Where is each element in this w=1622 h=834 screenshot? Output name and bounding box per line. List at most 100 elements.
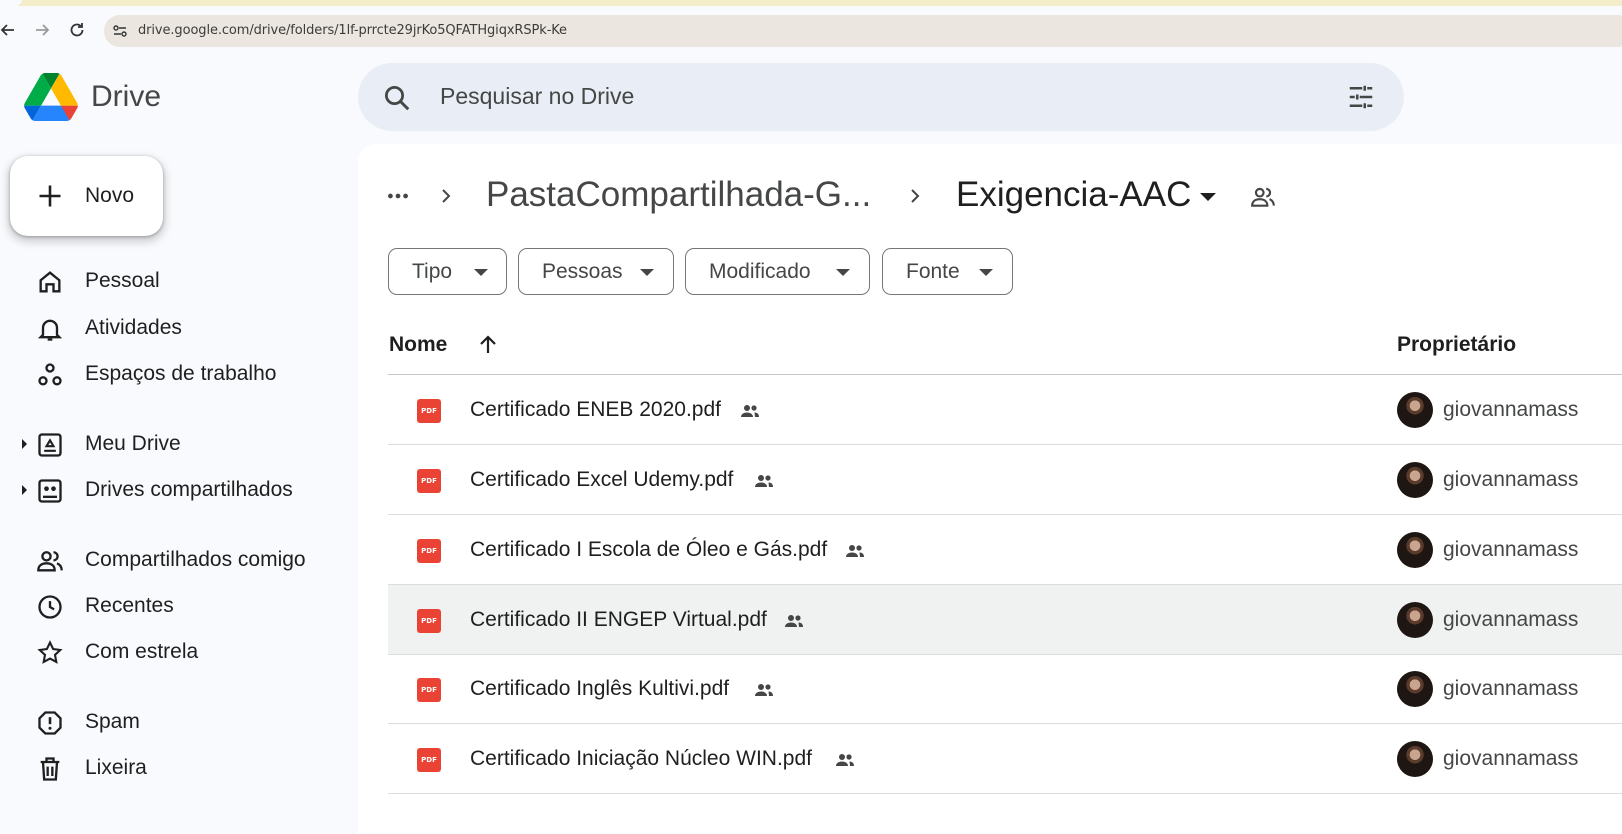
table-row-selected[interactable]: PDF Certificado II ENGEP Virtual.pdf gio… (388, 585, 1622, 655)
sidebar-item-label: Spam (85, 710, 140, 733)
new-button[interactable]: Novo (10, 156, 163, 236)
pdf-file-icon: PDF (417, 539, 441, 563)
file-name[interactable]: Certificado ENEB 2020.pdf (470, 398, 721, 422)
sidebar-item-label: Meu Drive (85, 432, 181, 455)
spam-icon (36, 709, 64, 737)
bell-icon (36, 315, 64, 343)
filter-modificado[interactable]: Modificado (685, 248, 870, 295)
shared-icon (833, 748, 857, 772)
dropdown-arrow-icon (836, 269, 850, 276)
my-drive-icon (36, 431, 64, 459)
pdf-file-icon: PDF (417, 748, 441, 772)
more-horiz-icon[interactable] (385, 183, 411, 209)
file-name[interactable]: Certificado Inglês Kultivi.pdf (470, 677, 729, 701)
breadcrumb-current-folder[interactable]: Exigencia-AAC (956, 175, 1191, 215)
search-options-icon[interactable] (1346, 82, 1376, 112)
owner-avatar (1397, 462, 1433, 498)
workspaces-icon (36, 361, 64, 389)
sidebar-item-recentes[interactable]: Recentes (0, 585, 340, 627)
pdf-file-icon: PDF (417, 399, 441, 423)
expand-caret-icon[interactable] (22, 439, 27, 449)
owner-avatar (1397, 532, 1433, 568)
table-row[interactable]: PDF Certificado Inglês Kultivi.pdf giova… (388, 654, 1622, 724)
owner-avatar (1397, 741, 1433, 777)
owner-name: giovannamass (1443, 747, 1579, 770)
drive-logo-icon[interactable] (24, 73, 78, 121)
file-name[interactable]: Certificado Excel Udemy.pdf (470, 468, 733, 492)
filter-fonte[interactable]: Fonte (882, 248, 1013, 295)
sidebar-item-label: Pessoal (85, 269, 160, 292)
filter-label: Pessoas (542, 260, 623, 283)
people-icon (36, 547, 64, 575)
filter-label: Modificado (709, 260, 811, 283)
sidebar-item-meu-drive[interactable]: Meu Drive (0, 423, 340, 465)
table-row[interactable]: PDF Certificado Excel Udemy.pdf giovanna… (388, 445, 1622, 515)
sidebar-item-espacos-de-trabalho[interactable]: Espaços de trabalho (0, 353, 340, 395)
sidebar-item-pessoal[interactable]: Pessoal (0, 260, 340, 302)
table-row[interactable]: PDF Certificado ENEB 2020.pdf giovannama… (388, 375, 1622, 445)
home-icon (36, 268, 64, 296)
pdf-file-icon: PDF (417, 469, 441, 493)
shared-icon (752, 469, 776, 493)
sidebar-item-label: Com estrela (85, 640, 199, 663)
file-name[interactable]: Certificado Iniciação Núcleo WIN.pdf (470, 747, 812, 771)
filter-label: Tipo (412, 260, 453, 283)
filter-tipo[interactable]: Tipo (388, 248, 507, 295)
new-button-label: Novo (85, 184, 135, 207)
sidebar-item-drives-compartilhados[interactable]: Drives compartilhados (0, 469, 340, 511)
column-header-name[interactable]: Nome (389, 333, 447, 357)
url-text: drive.google.com/drive/folders/1lf-prrct… (138, 23, 567, 38)
sidebar-item-label: Drives compartilhados (85, 478, 293, 501)
search-icon[interactable] (382, 83, 412, 113)
sidebar-item-label: Compartilhados comigo (85, 548, 306, 571)
address-bar[interactable]: drive.google.com/drive/folders/1lf-prrct… (104, 15, 1622, 47)
owner-name: giovannamass (1443, 677, 1579, 700)
expand-caret-icon[interactable] (22, 485, 27, 495)
dropdown-arrow-icon (979, 269, 993, 276)
sidebar-item-label: Lixeira (85, 756, 147, 779)
shared-icon (782, 609, 806, 633)
sidebar-item-label: Atividades (85, 316, 182, 339)
shared-icon (738, 399, 762, 423)
pdf-file-icon: PDF (417, 678, 441, 702)
folder-menu-dropdown-icon[interactable] (1200, 193, 1216, 201)
column-header-owner[interactable]: Proprietário (1397, 333, 1516, 357)
search-bar[interactable]: Pesquisar no Drive (358, 63, 1404, 131)
owner-name: giovannamass (1443, 608, 1579, 631)
shared-icon (752, 678, 776, 702)
dropdown-arrow-icon (474, 269, 488, 276)
sidebar-item-lixeira[interactable]: Lixeira (0, 747, 340, 789)
chevron-right-icon (905, 186, 925, 206)
trash-icon (36, 755, 64, 783)
app-title[interactable]: Drive (91, 80, 161, 114)
sidebar-item-label: Espaços de trabalho (85, 362, 277, 385)
back-icon[interactable] (0, 18, 20, 42)
shared-icon (843, 539, 867, 563)
file-name[interactable]: Certificado II ENGEP Virtual.pdf (470, 608, 767, 632)
filter-label: Fonte (906, 260, 960, 283)
sidebar-item-atividades[interactable]: Atividades (0, 307, 340, 349)
star-icon (36, 639, 64, 667)
table-row[interactable]: PDF Certificado I Escola de Óleo e Gás.p… (388, 515, 1622, 585)
reload-icon[interactable] (65, 18, 89, 42)
arrow-up-icon[interactable] (476, 333, 500, 357)
owner-avatar (1397, 392, 1433, 428)
owner-name: giovannamass (1443, 398, 1579, 421)
dropdown-arrow-icon (640, 269, 654, 276)
filter-pessoas[interactable]: Pessoas (518, 248, 674, 295)
site-settings-icon[interactable] (112, 23, 128, 39)
sidebar-item-com-estrela[interactable]: Com estrela (0, 631, 340, 673)
shared-drives-icon (36, 477, 64, 505)
table-row[interactable]: PDF Certificado Iniciação Núcleo WIN.pdf… (388, 724, 1622, 794)
shared-folder-icon[interactable] (1250, 184, 1276, 210)
breadcrumb-parent-folder[interactable]: PastaCompartilhada-G... (486, 175, 871, 215)
sidebar-item-compartilhados-comigo[interactable]: Compartilhados comigo (0, 539, 340, 581)
search-input[interactable]: Pesquisar no Drive (440, 83, 634, 110)
owner-avatar (1397, 671, 1433, 707)
forward-icon[interactable] (30, 18, 54, 42)
owner-name: giovannamass (1443, 538, 1579, 561)
sidebar-item-spam[interactable]: Spam (0, 701, 340, 743)
pdf-file-icon: PDF (417, 609, 441, 633)
file-name[interactable]: Certificado I Escola de Óleo e Gás.pdf (470, 538, 827, 562)
clock-icon (36, 593, 64, 621)
